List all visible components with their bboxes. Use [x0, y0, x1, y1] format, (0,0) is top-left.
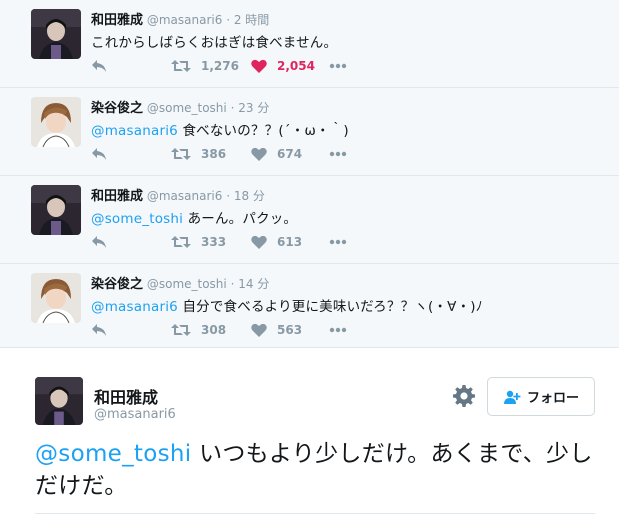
tweet-header: 染谷俊之 @some_toshi · 23 分 [91, 97, 269, 116]
reply-icon [92, 236, 106, 248]
screen-name[interactable]: @some_toshi [147, 101, 227, 115]
like-button[interactable]: 563 [251, 322, 302, 338]
avatar[interactable] [35, 377, 83, 425]
retweet-icon [171, 60, 191, 72]
mention-link[interactable]: @some_toshi [91, 211, 183, 227]
display-name[interactable]: 染谷俊之 [91, 277, 143, 292]
retweet-count: 386 [201, 147, 227, 161]
follow-person-icon [503, 390, 521, 404]
retweet-button[interactable]: 386 [171, 146, 226, 162]
tweet-actions: 386 674 [91, 146, 391, 162]
conversation-thread: 和田雅成 @masanari6 · 2 時間 これからしばらくおはぎは食べません… [0, 0, 619, 347]
tweet-actions: 333 613 [91, 234, 391, 250]
timestamp[interactable]: 18 分 [234, 189, 265, 203]
tweet-text: @masanari6 食べないの？？(´・ω・｀) [91, 119, 349, 139]
divider [35, 513, 595, 514]
reply-button[interactable] [91, 322, 107, 338]
heart-icon [251, 147, 267, 161]
like-button[interactable]: 674 [251, 146, 302, 162]
retweet-icon [171, 148, 191, 160]
more-button[interactable] [329, 322, 347, 338]
tweet-text: @some_toshi あーん。パクッ。 [91, 207, 297, 227]
screen-name[interactable]: @masanari6 [147, 189, 223, 203]
screen-name[interactable]: @some_toshi [147, 277, 227, 291]
avatar[interactable] [31, 185, 81, 235]
retweet-icon [171, 324, 191, 336]
follow-label: フォロー [526, 391, 579, 406]
mention-link[interactable]: @masanari6 [91, 123, 178, 139]
timestamp[interactable]: 2 時間 [234, 13, 269, 27]
more-button[interactable] [329, 58, 347, 74]
tweet-body: 自分で食べるより更に美味いだろ？？ヽ(・∀・)ﾉ [177, 299, 483, 315]
thread-tweet[interactable]: 染谷俊之 @some_toshi · 14 分 @masanari6 自分で食べ… [0, 264, 619, 347]
timestamp[interactable]: 14 分 [238, 277, 269, 291]
separator-dot: · [230, 277, 235, 291]
separator-dot: · [226, 13, 231, 27]
focused-tweet: 和田雅成 @masanari6 フォロー @some_toshi いつもより少し… [0, 348, 619, 515]
reply-icon [92, 324, 106, 336]
display-name[interactable]: 和田雅成 [91, 189, 143, 204]
display-name[interactable]: 和田雅成 [91, 13, 143, 28]
separator-dot: · [226, 189, 231, 203]
follow-button[interactable]: フォロー [487, 377, 595, 416]
like-button[interactable]: 2,054 [251, 58, 315, 74]
avatar[interactable] [31, 9, 81, 59]
heart-icon [251, 59, 267, 73]
separator-dot: · [230, 101, 235, 115]
more-icon [329, 327, 347, 333]
tweet-body: これからしばらくおはぎは食べません。 [91, 35, 338, 51]
reply-icon [92, 148, 106, 160]
thread-tweet[interactable]: 和田雅成 @masanari6 · 2 時間 これからしばらくおはぎは食べません… [0, 0, 619, 88]
tweet-body: あーん。パクッ。 [183, 211, 298, 227]
retweet-icon [171, 236, 191, 248]
tweet-actions: 308 563 [91, 322, 391, 338]
tweet-header: 和田雅成 @masanari6 · 2 時間 [91, 9, 269, 28]
heart-icon [251, 235, 267, 249]
mention-link[interactable]: @masanari6 [91, 299, 178, 315]
tweet-text: これからしばらくおはぎは食べません。 [91, 31, 337, 51]
more-icon [329, 151, 347, 157]
tweet-actions: 1,276 2,054 [91, 58, 391, 74]
avatar[interactable] [31, 273, 81, 323]
tweet-text: @some_toshi いつもより少しだけ。あくまで、少しだけだ。 [35, 438, 595, 502]
like-count: 563 [277, 323, 303, 337]
reply-icon [92, 60, 106, 72]
heart-icon [251, 323, 267, 337]
screen-name[interactable]: @masanari6 [94, 407, 176, 422]
more-button[interactable] [329, 146, 347, 162]
more-icon [329, 239, 347, 245]
avatar[interactable] [31, 97, 81, 147]
like-button[interactable]: 613 [251, 234, 302, 250]
tweet-body: 食べないの？？(´・ω・｀) [177, 123, 349, 139]
more-icon [329, 63, 347, 69]
thread-tweet[interactable]: 和田雅成 @masanari6 · 18 分 @some_toshi あーん。パ… [0, 176, 619, 264]
reply-button[interactable] [91, 146, 107, 162]
reply-button[interactable] [91, 58, 107, 74]
retweet-count: 333 [201, 235, 227, 249]
retweet-button[interactable]: 1,276 [171, 58, 239, 74]
display-name[interactable]: 染谷俊之 [91, 101, 143, 116]
more-button[interactable] [329, 234, 347, 250]
retweet-button[interactable]: 333 [171, 234, 226, 250]
timestamp[interactable]: 23 分 [238, 101, 269, 115]
thread-tweet[interactable]: 染谷俊之 @some_toshi · 23 分 @masanari6 食べないの… [0, 88, 619, 176]
display-name[interactable]: 和田雅成 [94, 384, 158, 408]
like-count: 2,054 [277, 59, 315, 73]
mention-link[interactable]: @some_toshi [35, 441, 191, 467]
retweet-count: 1,276 [201, 59, 239, 73]
tweet-text: @masanari6 自分で食べるより更に美味いだろ？？ヽ(・∀・)ﾉ [91, 295, 483, 315]
screen-name[interactable]: @masanari6 [147, 13, 223, 27]
gear-icon [453, 385, 475, 407]
like-count: 613 [277, 235, 303, 249]
like-count: 674 [277, 147, 303, 161]
tweet-header: 染谷俊之 @some_toshi · 14 分 [91, 273, 269, 292]
retweet-button[interactable]: 308 [171, 322, 226, 338]
settings-button[interactable] [453, 385, 475, 407]
retweet-count: 308 [201, 323, 227, 337]
tweet-header: 和田雅成 @masanari6 · 18 分 [91, 185, 265, 204]
reply-button[interactable] [91, 234, 107, 250]
